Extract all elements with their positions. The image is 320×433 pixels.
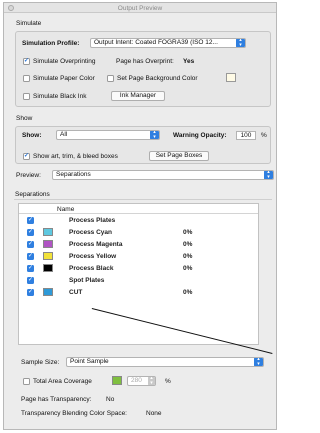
page-transparency-value: No [106, 396, 115, 403]
separation-name: Process Plates [69, 216, 116, 224]
preview-value: Separations [56, 171, 91, 178]
simulate-paper-color-label: Simulate Paper Color [33, 75, 95, 82]
separation-row[interactable]: ✓ Process Cyan 0% [19, 227, 258, 237]
simulate-black-ink-label: Simulate Black Ink [33, 93, 87, 100]
coverage-color-swatch[interactable] [112, 376, 122, 385]
show-label: Show: [22, 132, 42, 139]
set-page-bg-color-label: Set Page Background Color [117, 75, 198, 82]
show-select[interactable]: All ▴ ▾ [56, 130, 160, 140]
chevron-updown-icon: ▴ ▾ [254, 358, 263, 366]
separation-name: Process Magenta [69, 240, 123, 248]
chevron-updown-icon: ▴ ▾ [150, 131, 159, 139]
warning-opacity-unit: % [261, 132, 267, 139]
sample-size-value: Point Sample [70, 358, 109, 365]
title-bar: Output Preview [4, 3, 276, 13]
simulate-heading: Simulate [16, 20, 42, 27]
simulation-profile-label: Simulation Profile: [22, 40, 80, 47]
page-transparency-label: Page has Transparency: [21, 396, 92, 403]
coverage-value-select[interactable]: 280 ▴ ▾ [127, 376, 156, 386]
separation-row[interactable]: ✓ Process Yellow 0% [19, 251, 258, 261]
separation-color-swatch [43, 240, 53, 248]
separation-color-swatch [43, 252, 53, 260]
separation-color-swatch [43, 228, 53, 236]
separation-color-swatch [43, 264, 53, 272]
blending-space-value: None [146, 410, 162, 417]
separations-divider [14, 199, 272, 200]
separation-name: Process Cyan [69, 228, 112, 236]
separation-name: CUT [69, 288, 83, 296]
separation-row[interactable]: ✓ Process Magenta 0% [19, 239, 258, 249]
separations-heading: Separations [15, 191, 50, 198]
separation-name: Spot Plates [69, 276, 105, 284]
simulate-overprinting-label: Simulate Overprinting [33, 58, 96, 65]
warning-opacity-label: Warning Opacity: [173, 132, 227, 139]
separations-list: Name ✓ Process Plates ✓ Process Cyan 0% ✓ Proc… [18, 203, 259, 345]
separation-checkbox[interactable]: ✓ [27, 216, 34, 224]
warning-opacity-input[interactable]: 100 [236, 131, 256, 140]
chevron-updown-icon: ▴ ▾ [264, 171, 273, 179]
simulation-profile-value: Output Intent: Coated FOGRA39 (ISO 12... [94, 39, 218, 46]
separation-row[interactable]: ✓ Process Plates [19, 215, 258, 225]
preview-label: Preview: [16, 172, 41, 179]
sample-size-label: Sample Size: [21, 359, 60, 366]
simulate-overprinting-checkbox[interactable]: ✓ [23, 58, 30, 65]
separation-checkbox[interactable]: ✓ [27, 288, 34, 296]
blending-space-label: Transparency Blending Color Space: [21, 410, 127, 417]
preview-select[interactable]: Separations ▴ ▾ [52, 170, 274, 180]
show-boxes-checkbox[interactable]: ✓ [23, 153, 30, 160]
coverage-value: 280 [131, 377, 142, 384]
separations-list-header: Name [19, 204, 258, 214]
simulate-black-ink-checkbox[interactable] [23, 93, 30, 100]
window-title: Output Preview [117, 4, 163, 12]
simulate-paper-color-checkbox[interactable] [23, 75, 30, 82]
separation-name: Process Yellow [69, 252, 117, 260]
separation-percentage: 0% [183, 228, 193, 236]
simulation-profile-select[interactable]: Output Intent: Coated FOGRA39 (ISO 12...… [90, 38, 246, 48]
sample-size-select[interactable]: Point Sample ▴ ▾ [66, 357, 264, 367]
page-bg-color-swatch[interactable] [226, 73, 236, 82]
chevron-updown-icon: ▴ ▾ [148, 377, 155, 385]
coverage-unit: % [165, 378, 171, 385]
total-area-coverage-checkbox[interactable] [23, 378, 30, 385]
separation-row[interactable]: ✓ Spot Plates [19, 275, 258, 285]
separation-percentage: 0% [183, 264, 193, 272]
separation-checkbox[interactable]: ✓ [27, 252, 34, 260]
total-area-coverage-label: Total Area Coverage [33, 378, 92, 385]
page-overprint-value: Yes [183, 58, 195, 65]
simulate-group: Simulation Profile: Output Intent: Coate… [15, 31, 271, 107]
separation-checkbox[interactable]: ✓ [27, 228, 34, 236]
show-boxes-label: Show art, trim, & bleed boxes [33, 153, 118, 160]
set-page-boxes-button[interactable]: Set Page Boxes [149, 151, 209, 161]
name-column-header: Name [57, 205, 75, 213]
show-heading: Show [16, 115, 33, 122]
separation-checkbox[interactable]: ✓ [27, 264, 34, 272]
separation-percentage: 0% [183, 252, 193, 260]
chevron-updown-icon: ▴ ▾ [236, 39, 245, 47]
separation-row[interactable]: ✓ CUT 0% [19, 287, 258, 297]
separation-percentage: 0% [183, 288, 193, 296]
separation-percentage: 0% [183, 240, 193, 248]
separation-checkbox[interactable]: ✓ [27, 276, 34, 284]
ink-manager-button[interactable]: Ink Manager [111, 91, 165, 101]
separation-name: Process Black [69, 264, 114, 272]
show-group: Show: All ▴ ▾ Warning Opacity: 100 % ✓ Sh… [15, 126, 271, 164]
separation-color-swatch [43, 288, 53, 296]
set-page-bg-color-checkbox[interactable] [107, 75, 114, 82]
show-value: All [60, 131, 68, 138]
separation-checkbox[interactable]: ✓ [27, 240, 34, 248]
separation-row[interactable]: ✓ Process Black 0% [19, 263, 258, 273]
page-overprint-label: Page has Overprint: [116, 58, 174, 65]
